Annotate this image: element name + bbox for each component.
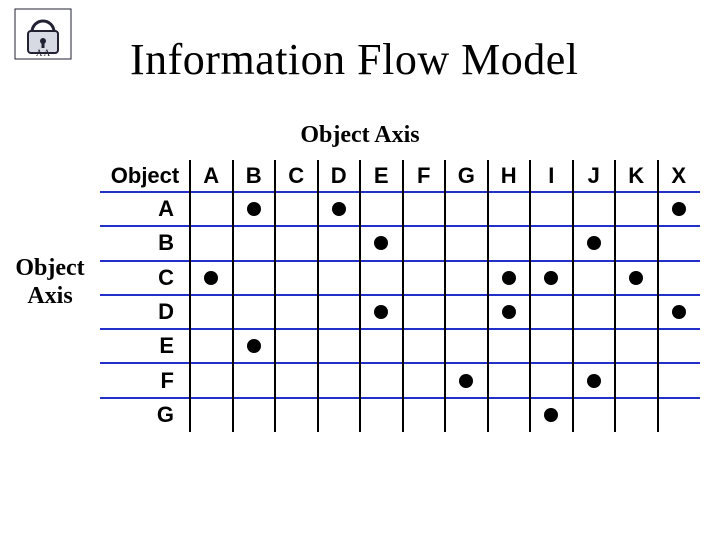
col-header-H: H — [488, 160, 531, 192]
row-header-C: C — [100, 261, 190, 295]
col-header-E: E — [360, 160, 403, 192]
row-header-D: D — [100, 295, 190, 329]
col-header-B: B — [233, 160, 276, 192]
matrix-cell — [658, 295, 701, 329]
matrix-dot — [502, 305, 516, 319]
matrix-dot — [629, 271, 643, 285]
matrix-cell — [318, 192, 361, 226]
matrix-cell — [233, 329, 276, 363]
matrix-cell — [233, 192, 276, 226]
col-header-F: F — [403, 160, 446, 192]
matrix-corner-label: Object — [100, 160, 190, 192]
row-header-E: E — [100, 329, 190, 363]
matrix-dot — [544, 408, 558, 422]
matrix-dot — [204, 271, 218, 285]
col-header-X: X — [658, 160, 701, 192]
col-header-C: C — [275, 160, 318, 192]
matrix-dot — [672, 305, 686, 319]
matrix-dot — [459, 374, 473, 388]
matrix-cell — [615, 261, 658, 295]
matrix-dot — [247, 202, 261, 216]
matrix-cell — [190, 261, 233, 295]
left-axis-label-line1: Object — [15, 255, 84, 281]
row-header-B: B — [100, 226, 190, 260]
matrix-cell — [360, 295, 403, 329]
top-axis-label: Object Axis — [0, 122, 720, 149]
matrix-dot — [587, 236, 601, 250]
matrix-cell — [360, 226, 403, 260]
left-axis-label: Object Axis — [4, 255, 96, 310]
matrix-dot — [672, 202, 686, 216]
matrix-cell — [488, 261, 531, 295]
logo-icon: A A — [14, 8, 72, 60]
matrix-cell — [488, 295, 531, 329]
col-header-I: I — [530, 160, 573, 192]
col-header-A: A — [190, 160, 233, 192]
matrix-cell — [530, 398, 573, 432]
svg-text:A A: A A — [36, 48, 51, 58]
matrix-dot — [544, 271, 558, 285]
flow-matrix: ObjectABCDEFGHIJKXABCDEFG — [100, 160, 700, 432]
page-title: Information Flow Model — [130, 34, 579, 85]
matrix-dot — [502, 271, 516, 285]
matrix-cell — [445, 363, 488, 397]
matrix-dot — [374, 236, 388, 250]
matrix-dot — [247, 339, 261, 353]
matrix-dot — [332, 202, 346, 216]
left-axis-label-line2: Axis — [27, 283, 72, 309]
row-header-A: A — [100, 192, 190, 226]
col-header-K: K — [615, 160, 658, 192]
col-header-D: D — [318, 160, 361, 192]
row-header-F: F — [100, 363, 190, 397]
col-header-J: J — [573, 160, 616, 192]
matrix-dot — [587, 374, 601, 388]
row-header-G: G — [100, 398, 190, 432]
col-header-G: G — [445, 160, 488, 192]
matrix-cell — [658, 192, 701, 226]
matrix-cell — [573, 226, 616, 260]
matrix-cell — [530, 261, 573, 295]
matrix-cell — [573, 363, 616, 397]
matrix-dot — [374, 305, 388, 319]
